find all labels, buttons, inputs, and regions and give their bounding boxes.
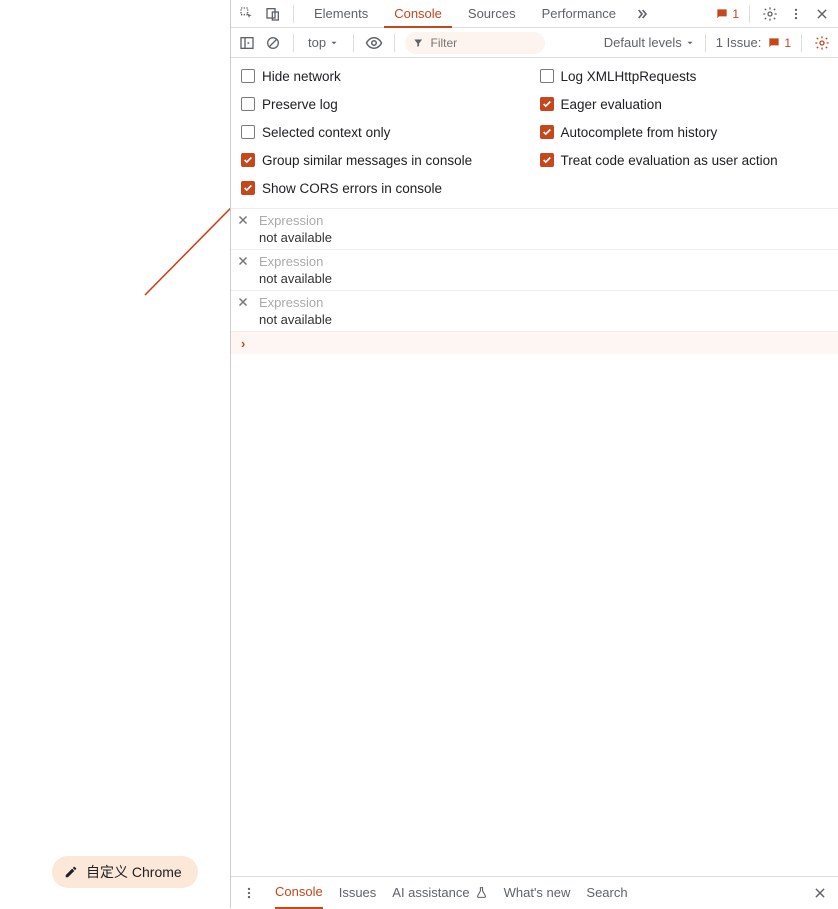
filter-field[interactable] <box>405 32 545 54</box>
live-expression-row: Expression not available <box>231 291 838 332</box>
funnel-icon <box>413 37 423 49</box>
tab-elements[interactable]: Elements <box>304 0 378 28</box>
setting-log-xhr[interactable]: Log XMLHttpRequests <box>540 62 829 90</box>
console-settings-panel: Hide network Preserve log Selected conte… <box>231 58 838 209</box>
expression-placeholder[interactable]: Expression <box>259 213 838 228</box>
expression-result: not available <box>259 271 838 286</box>
console-settings-gear-icon[interactable] <box>812 33 832 53</box>
checkbox-checked-icon <box>540 97 554 111</box>
checkbox-checked-icon <box>241 181 255 195</box>
setting-preserve-log[interactable]: Preserve log <box>241 90 530 118</box>
log-levels-label: Default levels <box>604 35 682 50</box>
customize-chrome-button[interactable]: 自定义 Chrome <box>52 856 198 888</box>
checkbox-icon <box>241 69 255 83</box>
expression-placeholder[interactable]: Expression <box>259 254 838 269</box>
drawer-tab-search[interactable]: Search <box>586 877 627 909</box>
issues-count: 1 <box>784 36 791 50</box>
context-selector[interactable]: top <box>304 35 343 50</box>
close-icon[interactable] <box>812 4 832 24</box>
expression-result: not available <box>259 230 838 245</box>
checkbox-checked-icon <box>540 125 554 139</box>
console-toolbar: top Default levels 1 Issue: 1 <box>231 28 838 58</box>
prompt-caret-icon: › <box>241 336 245 351</box>
live-expression-row: Expression not available <box>231 250 838 291</box>
setting-hide-network[interactable]: Hide network <box>241 62 530 90</box>
errors-count: 1 <box>732 7 739 21</box>
errors-badge[interactable]: 1 <box>715 7 739 21</box>
checkbox-icon <box>241 125 255 139</box>
live-expression-row: Expression not available <box>231 209 838 250</box>
main-tab-bar: Elements Console Sources Performance 1 <box>231 0 838 28</box>
setting-autocomplete[interactable]: Autocomplete from history <box>540 118 829 146</box>
chat-icon <box>715 7 729 21</box>
toggle-sidebar-icon[interactable] <box>237 33 257 53</box>
drawer-menu-icon[interactable] <box>239 883 259 903</box>
setting-eager-eval[interactable]: Eager evaluation <box>540 90 829 118</box>
context-label: top <box>308 35 326 50</box>
device-toolbar-icon[interactable] <box>263 4 283 24</box>
customize-chrome-label: 自定义 Chrome <box>86 862 182 882</box>
setting-cors-errors[interactable]: Show CORS errors in console <box>241 174 530 202</box>
drawer-tab-console[interactable]: Console <box>275 877 323 909</box>
inspect-element-icon[interactable] <box>237 4 257 24</box>
remove-expression-icon[interactable] <box>237 214 249 229</box>
checkbox-icon <box>540 69 554 83</box>
expression-result: not available <box>259 312 838 327</box>
clear-console-icon[interactable] <box>263 33 283 53</box>
live-expression-icon[interactable] <box>364 33 384 53</box>
drawer-tabs: Console Issues AI assistance What's new … <box>231 876 838 908</box>
setting-treat-user-action[interactable]: Treat code evaluation as user action <box>540 146 829 174</box>
chevron-down-icon <box>329 38 339 48</box>
tab-performance[interactable]: Performance <box>532 0 626 28</box>
drawer-tab-ai[interactable]: AI assistance <box>392 877 487 909</box>
close-drawer-icon[interactable] <box>810 883 830 903</box>
filter-input[interactable] <box>429 35 536 51</box>
issues-label: 1 Issue: <box>716 35 762 50</box>
drawer-tab-whatsnew[interactable]: What's new <box>504 877 571 909</box>
tab-console[interactable]: Console <box>384 0 452 28</box>
issues-badge[interactable]: 1 <box>767 36 791 50</box>
devtools-panel: Elements Console Sources Performance 1 <box>230 0 838 908</box>
checkbox-checked-icon <box>540 153 554 167</box>
tab-sources[interactable]: Sources <box>458 0 526 28</box>
chat-icon <box>767 36 781 50</box>
drawer-tab-issues[interactable]: Issues <box>339 877 377 909</box>
pencil-icon <box>64 865 78 879</box>
setting-group-similar[interactable]: Group similar messages in console <box>241 146 530 174</box>
console-prompt[interactable]: › <box>231 332 838 354</box>
checkbox-icon <box>241 97 255 111</box>
expression-placeholder[interactable]: Expression <box>259 295 838 310</box>
chevron-down-icon <box>685 38 695 48</box>
log-levels-selector[interactable]: Default levels <box>604 35 695 50</box>
remove-expression-icon[interactable] <box>237 296 249 311</box>
more-tabs-icon[interactable] <box>632 4 652 24</box>
checkbox-checked-icon <box>241 153 255 167</box>
gear-icon[interactable] <box>760 4 780 24</box>
setting-selected-context[interactable]: Selected context only <box>241 118 530 146</box>
flask-icon <box>475 886 488 899</box>
remove-expression-icon[interactable] <box>237 255 249 270</box>
kebab-menu-icon[interactable] <box>786 4 806 24</box>
